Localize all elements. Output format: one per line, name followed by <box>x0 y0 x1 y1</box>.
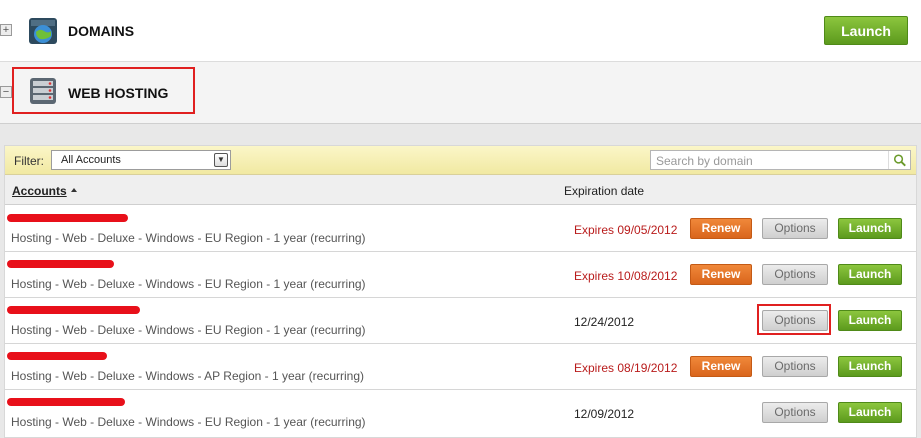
expiration-date: Expires 09/05/2012 <box>574 223 678 237</box>
options-button[interactable]: Options <box>762 356 828 377</box>
account-description: Hosting - Web - Deluxe - Windows - EU Re… <box>11 231 366 245</box>
globe-icon <box>29 18 57 44</box>
filter-label: Filter: <box>14 154 44 168</box>
account-description: Hosting - Web - Deluxe - Windows - EU Re… <box>11 323 366 337</box>
account-description: Hosting - Web - Deluxe - Windows - AP Re… <box>11 369 365 383</box>
options-highlight <box>757 304 831 335</box>
renew-button[interactable]: Renew <box>690 218 752 239</box>
options-button[interactable]: Options <box>762 402 828 423</box>
search-icon[interactable] <box>888 151 910 169</box>
domains-title: DOMAINS <box>68 23 135 39</box>
table-row: Hosting - Web - Deluxe - Windows - EU Re… <box>5 252 916 298</box>
expiration-date: 12/09/2012 <box>574 407 635 421</box>
filter-selected-value: All Accounts <box>61 154 121 166</box>
collapse-hosting-icon[interactable]: − <box>0 86 12 98</box>
launch-button[interactable]: Launch <box>838 264 902 285</box>
account-description: Hosting - Web - Deluxe - Windows - EU Re… <box>11 415 366 429</box>
account-description: Hosting - Web - Deluxe - Windows - EU Re… <box>11 277 366 291</box>
launch-button[interactable]: Launch <box>838 402 902 423</box>
options-button[interactable]: Options <box>762 218 828 239</box>
expiration-date: Expires 08/19/2012 <box>574 361 678 375</box>
table-row: Hosting - Web - Deluxe - Windows - EU Re… <box>5 298 916 344</box>
expand-domains-icon[interactable]: + <box>0 24 12 36</box>
account-name-redacted[interactable] <box>7 260 114 268</box>
options-button[interactable]: Options <box>762 264 828 285</box>
filter-bar: Filter: All Accounts ▼ Search by domain <box>5 146 916 175</box>
launch-button[interactable]: Launch <box>838 310 902 331</box>
search-placeholder: Search by domain <box>656 154 753 168</box>
account-name-redacted[interactable] <box>7 306 140 314</box>
domains-launch-button[interactable]: Launch <box>824 16 908 45</box>
expiration-column-header: Expiration date <box>564 184 645 198</box>
renew-button[interactable]: Renew <box>690 264 752 285</box>
table-row: Hosting - Web - Deluxe - Windows - AP Re… <box>5 344 916 390</box>
accounts-column-header[interactable]: Accounts <box>12 184 67 198</box>
account-name-redacted[interactable] <box>7 398 125 406</box>
table-row: Hosting - Web - Deluxe - Windows - EU Re… <box>5 390 916 436</box>
domains-section: + DOMAINS Launch <box>0 0 921 62</box>
accounts-table: Filter: All Accounts ▼ Search by domain … <box>4 145 917 438</box>
domain-search-input[interactable]: Search by domain <box>650 150 911 170</box>
accounts-panel: Filter: All Accounts ▼ Search by domain … <box>0 124 921 438</box>
account-name-redacted[interactable] <box>7 352 107 360</box>
renew-button[interactable]: Renew <box>690 356 752 377</box>
expiration-date: 12/24/2012 <box>574 315 635 329</box>
table-header: Accounts Expiration date <box>5 175 916 205</box>
launch-button[interactable]: Launch <box>838 356 902 377</box>
sort-ascending-icon[interactable] <box>71 188 77 192</box>
table-row: Hosting - Web - Deluxe - Windows - EU Re… <box>5 206 916 252</box>
expiration-date: Expires 10/08/2012 <box>574 269 678 283</box>
filter-dropdown[interactable]: All Accounts ▼ <box>51 150 231 170</box>
chevron-down-icon[interactable]: ▼ <box>214 153 228 167</box>
web-hosting-highlight <box>12 67 195 114</box>
launch-button[interactable]: Launch <box>838 218 902 239</box>
account-name-redacted[interactable] <box>7 214 128 222</box>
